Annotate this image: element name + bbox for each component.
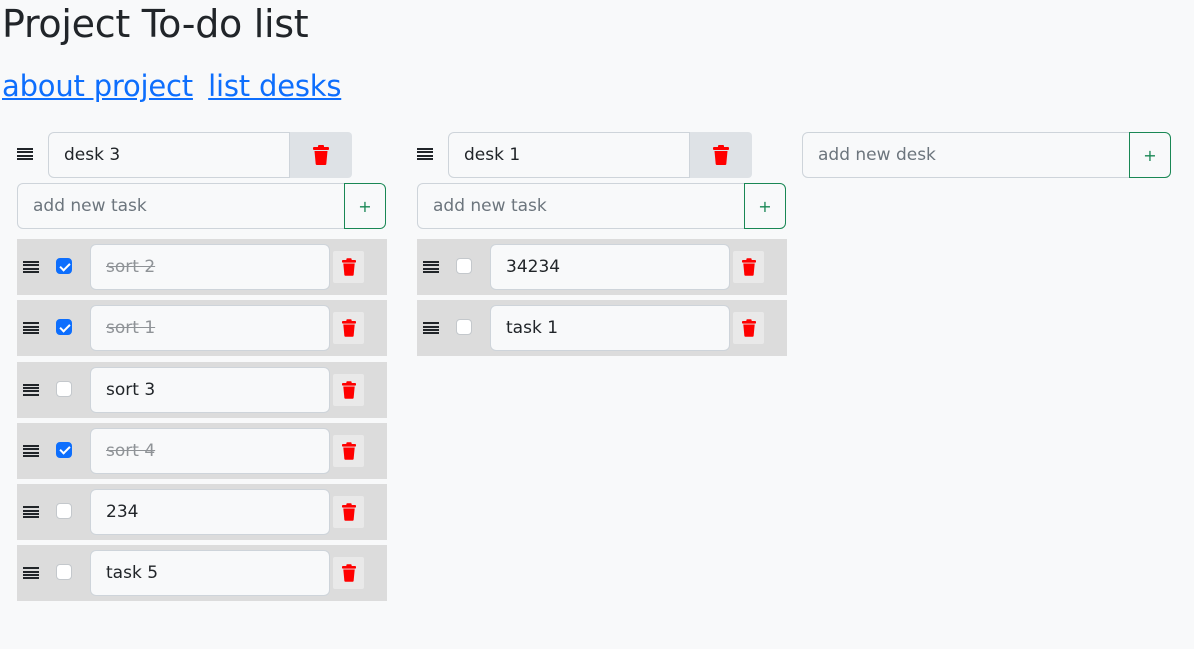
desk-header xyxy=(17,132,387,178)
trash-icon xyxy=(341,380,356,399)
drag-handle-icon[interactable] xyxy=(23,322,39,335)
trash-icon xyxy=(713,145,729,165)
task-done-checkbox[interactable] xyxy=(56,380,72,397)
trash-icon xyxy=(313,145,329,165)
desk-name-input[interactable] xyxy=(448,132,690,178)
task-row[interactable] xyxy=(417,239,787,295)
drag-handle-icon[interactable] xyxy=(23,506,39,519)
delete-task-button[interactable] xyxy=(333,557,364,590)
add-task-input[interactable] xyxy=(17,183,345,229)
trash-icon xyxy=(341,442,356,460)
task-text-input[interactable] xyxy=(90,305,330,352)
delete-task-button[interactable] xyxy=(733,251,764,283)
desk-column: + xyxy=(17,132,387,602)
desk-column: + xyxy=(417,132,787,357)
add-desk-input[interactable] xyxy=(802,132,1130,178)
add-desk-group: + xyxy=(802,132,1172,178)
task-done-checkbox[interactable] xyxy=(56,319,72,336)
task-done-checkbox[interactable] xyxy=(456,258,472,274)
drag-handle-icon[interactable] xyxy=(23,567,39,580)
add-task-button[interactable]: + xyxy=(344,183,386,229)
task-text-input[interactable] xyxy=(90,427,330,474)
add-task-button[interactable]: + xyxy=(744,183,786,229)
task-row[interactable] xyxy=(17,422,387,479)
delete-desk-button[interactable] xyxy=(690,132,752,178)
task-row[interactable] xyxy=(17,300,387,357)
top-nav: about project list desks xyxy=(2,66,347,106)
trash-icon xyxy=(341,564,356,583)
task-text-input[interactable] xyxy=(490,244,730,290)
trash-icon xyxy=(341,319,356,338)
task-row[interactable] xyxy=(17,239,387,295)
drag-handle-icon[interactable] xyxy=(23,383,39,396)
task-done-checkbox[interactable] xyxy=(56,564,72,581)
drag-handle-icon[interactable] xyxy=(23,261,39,273)
drag-handle-icon[interactable] xyxy=(417,148,433,160)
delete-task-button[interactable] xyxy=(333,251,364,283)
task-text-input[interactable] xyxy=(90,366,330,413)
task-text-input[interactable] xyxy=(90,550,330,597)
drag-handle-icon[interactable] xyxy=(423,261,439,273)
drag-handle-icon[interactable] xyxy=(17,148,33,160)
task-text-input[interactable] xyxy=(490,305,730,352)
desk-name-input[interactable] xyxy=(48,132,290,178)
task-list xyxy=(417,239,787,362)
trash-icon xyxy=(741,319,756,338)
task-done-checkbox[interactable] xyxy=(56,441,72,458)
list-desks-link[interactable]: list desks xyxy=(208,69,341,103)
task-list xyxy=(17,239,387,607)
add-task-group: + xyxy=(417,183,787,229)
task-done-checkbox[interactable] xyxy=(456,319,472,336)
add-task-input[interactable] xyxy=(417,183,745,229)
desk-header xyxy=(417,132,787,178)
task-row[interactable] xyxy=(417,300,787,357)
delete-task-button[interactable] xyxy=(733,312,764,345)
about-project-link[interactable]: about project xyxy=(2,69,193,103)
task-row[interactable] xyxy=(17,484,387,541)
drag-handle-icon[interactable] xyxy=(23,444,39,457)
add-desk-button[interactable]: + xyxy=(1129,132,1171,178)
delete-task-button[interactable] xyxy=(333,312,364,345)
task-text-input[interactable] xyxy=(90,489,330,536)
add-task-group: + xyxy=(17,183,387,229)
task-text-input[interactable] xyxy=(90,244,330,290)
task-done-checkbox[interactable] xyxy=(56,258,72,274)
page-title: Project To-do list xyxy=(2,2,309,46)
task-row[interactable] xyxy=(17,361,387,418)
delete-task-button[interactable] xyxy=(333,496,364,529)
task-row[interactable] xyxy=(17,545,387,602)
task-done-checkbox[interactable] xyxy=(56,503,72,520)
delete-task-button[interactable] xyxy=(333,434,364,467)
delete-task-button[interactable] xyxy=(333,373,364,406)
drag-handle-icon[interactable] xyxy=(423,322,439,335)
trash-icon xyxy=(741,258,756,276)
trash-icon xyxy=(341,503,356,521)
trash-icon xyxy=(341,258,356,276)
delete-desk-button[interactable] xyxy=(290,132,352,178)
